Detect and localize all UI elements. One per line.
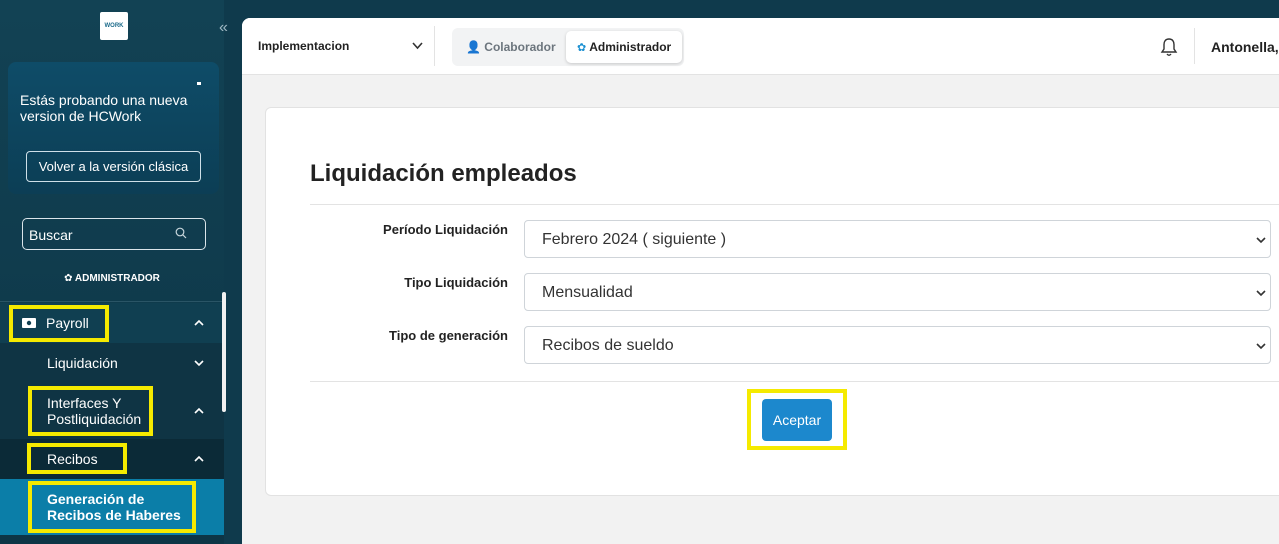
back-to-classic-button[interactable]: Volver a la versión clásica <box>26 151 201 182</box>
chevron-down-icon[interactable] <box>412 41 423 50</box>
logo[interactable]: WORK <box>100 12 128 40</box>
select-value: Mensualidad <box>542 284 633 301</box>
role-label: ✿ ADMINISTRADOR <box>0 273 224 284</box>
gear-icon: ✿ <box>577 41 587 54</box>
divider <box>1194 28 1195 64</box>
chevron-down-icon <box>1256 290 1266 297</box>
tipo-generacion-select[interactable]: Recibos de sueldo <box>524 326 1271 364</box>
search-input[interactable]: Buscar <box>22 218 206 250</box>
divider <box>310 381 1279 382</box>
tab-label: Administrador <box>589 40 672 54</box>
sidebar: WORK « Estás probando una nueva version … <box>0 0 228 544</box>
highlight-box <box>28 386 153 436</box>
page-title: Liquidación empleados <box>310 160 577 187</box>
bell-icon[interactable] <box>1160 37 1178 57</box>
close-dot-icon[interactable] <box>197 82 201 85</box>
sidebar-item-liquidacion[interactable]: Liquidación <box>0 343 224 383</box>
tab-colaborador[interactable]: 👤 Colaborador <box>466 40 556 54</box>
highlight-box <box>27 443 127 474</box>
divider <box>0 301 224 302</box>
divider <box>310 204 1279 205</box>
collapse-sidebar-icon[interactable]: « <box>219 19 228 37</box>
chevron-up-icon <box>194 319 204 326</box>
promo-text: Estás probando una nueva version de HCWo… <box>20 92 188 124</box>
company-selector[interactable]: Implementacion <box>258 39 349 53</box>
logo-text: WORK <box>104 23 124 29</box>
gear-icon: ✿ <box>64 273 73 284</box>
chevron-up-icon <box>194 407 204 414</box>
field-label: Período Liquidación <box>383 222 508 237</box>
sidebar-item-label: Liquidación <box>47 355 118 371</box>
field-label: Tipo de generación <box>389 328 508 343</box>
field-label: Tipo Liquidación <box>404 275 508 290</box>
liquidacion-card: Liquidación empleados Período Liquidació… <box>265 107 1279 496</box>
tab-label: Colaborador <box>484 40 556 54</box>
chevron-up-icon <box>194 455 204 462</box>
tipo-liquidacion-select[interactable]: Mensualidad <box>524 273 1271 311</box>
chevron-down-icon <box>1256 343 1266 350</box>
role-toggle: 👤 Colaborador ✿ Administrador <box>452 28 684 66</box>
search-placeholder: Buscar <box>29 227 73 243</box>
new-version-banner: Estás probando una nueva version de HCWo… <box>8 62 219 194</box>
highlight-box <box>9 305 109 342</box>
user-name[interactable]: Antonella, <box>1211 39 1279 55</box>
divider <box>434 26 435 66</box>
select-value: Recibos de sueldo <box>542 337 674 354</box>
top-band <box>228 0 1279 18</box>
top-header: Implementacion 👤 Colaborador ✿ Administr… <box>242 18 1279 75</box>
user-icon: 👤 <box>466 40 481 54</box>
tab-administrador[interactable]: ✿ Administrador <box>566 31 682 63</box>
chevron-down-icon <box>1256 237 1266 244</box>
highlight-box <box>747 389 847 450</box>
sidebar-scrollbar[interactable] <box>222 292 226 412</box>
periodo-select[interactable]: Febrero 2024 ( siguiente ) <box>524 220 1271 258</box>
highlight-box <box>28 481 196 533</box>
select-value: Febrero 2024 ( siguiente ) <box>542 231 727 248</box>
search-icon <box>175 227 187 239</box>
chevron-down-icon <box>194 360 204 367</box>
role-text: ADMINISTRADOR <box>74 273 160 284</box>
